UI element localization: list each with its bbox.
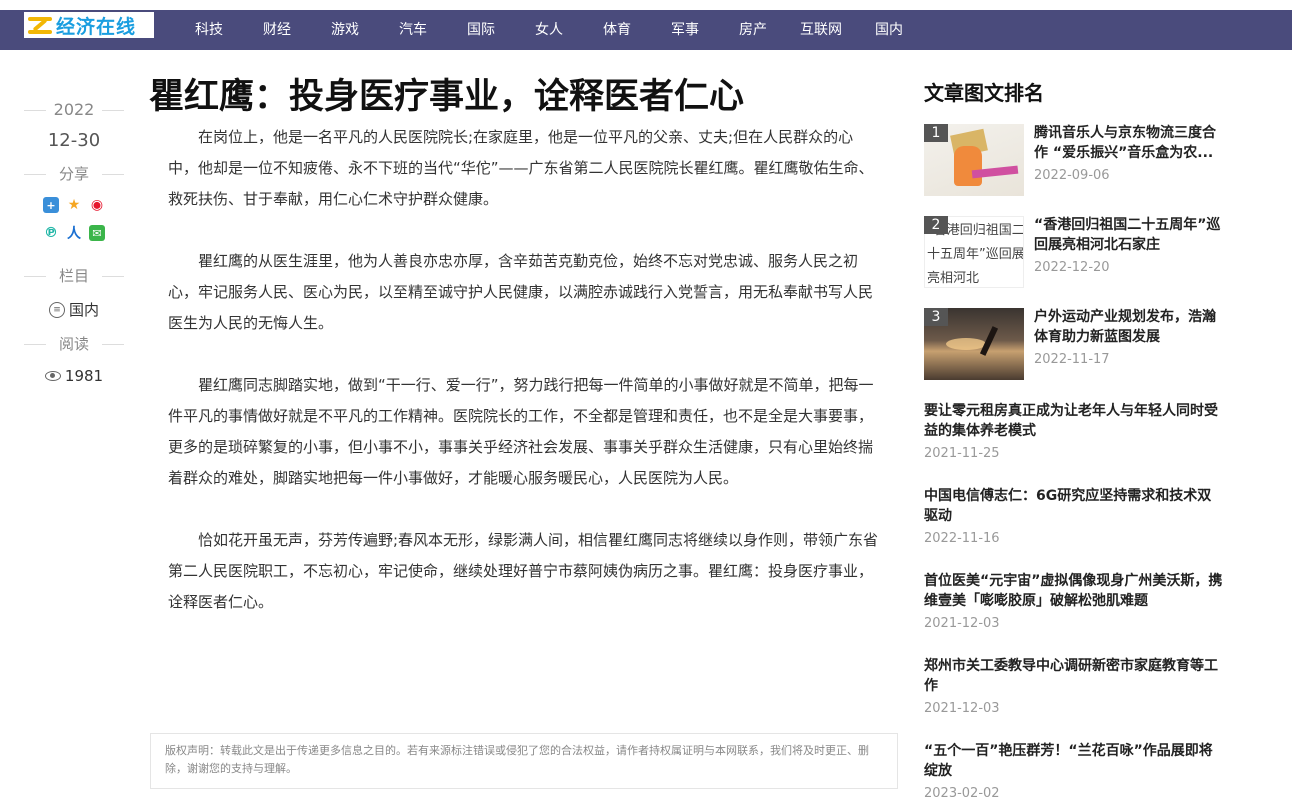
news-title[interactable]: 中国电信傅志仁：6G研究应坚持需求和技术双驱动 — [924, 486, 1224, 526]
publish-date: 12-30 — [47, 130, 101, 151]
news-title[interactable]: 要让零元租房真正成为让老年人与年轻人同时受益的集体养老模式 — [924, 401, 1224, 441]
article-body: 在岗位上，他是一名平凡的人民医院院长;在家庭里，他是一位平凡的父亲、丈夫;但在人… — [168, 122, 880, 649]
ranked-item[interactable]: 3 户外运动产业规划发布，浩瀚体育助力新蓝图发展 2022-11-17 — [924, 308, 1224, 382]
read-label: 阅读 — [24, 332, 124, 356]
news-date: 2023-02-02 — [924, 786, 1000, 801]
nav-item-keji[interactable]: 科技 — [175, 10, 243, 50]
article-meta: 2022 12-30 分享 + ★ ◉ ℗ 人 ✉ 栏目 ≡ 国内 阅读 198… — [24, 98, 124, 388]
news-date: 2022-11-16 — [924, 531, 1000, 546]
read-count-line: 1981 — [24, 364, 124, 388]
news-date: 2021-12-03 — [924, 616, 1000, 631]
article-paragraph: 瞿红鹰同志脚踏实地，做到“干一行、爱一行”，努力践行把每一件简单的小事做好就是不… — [168, 376, 874, 487]
top-strip — [0, 0, 1292, 10]
ranked-date: 2022-12-20 — [1034, 260, 1110, 275]
nav-item-guoji[interactable]: 国际 — [447, 10, 515, 50]
news-item[interactable]: 郑州市关工委教导中心调研新密市家庭教育等工作 2021-12-03 — [924, 656, 1224, 716]
nav-item-youxi[interactable]: 游戏 — [311, 10, 379, 50]
rank-number: 2 — [924, 216, 948, 234]
news-item[interactable]: “五个一百”艳压群芳！“兰花百咏”作品展即将绽放 2023-02-02 — [924, 741, 1224, 801]
share-row-1: + ★ ◉ — [24, 194, 124, 216]
share-label: 分享 — [24, 162, 124, 186]
ranked-item[interactable]: “香港回归祖国二十五周年”巡回展亮相河北 2 “香港回归祖国二十五周年”巡回展亮… — [924, 216, 1224, 290]
news-item[interactable]: 中国电信傅志仁：6G研究应坚持需求和技术双驱动 2022-11-16 — [924, 486, 1224, 546]
ranked-title[interactable]: 腾讯音乐人与京东物流三度合作 “爱乐振兴”音乐盒为农... — [1034, 123, 1224, 163]
news-date: 2021-12-03 — [924, 701, 1000, 716]
article-paragraph: 瞿红鹰的从医生涯里，他为人善良亦忠亦厚，含辛茹苦克勤克俭，始终不忘对党忠诚、服务… — [168, 252, 874, 332]
read-count: 1981 — [64, 367, 104, 385]
category-link[interactable]: ≡ 国内 — [24, 298, 124, 322]
news-title[interactable]: 郑州市关工委教导中心调研新密市家庭教育等工作 — [924, 656, 1224, 696]
nav-item-fangchan[interactable]: 房产 — [719, 10, 787, 50]
news-title[interactable]: “五个一百”艳压群芳！“兰花百咏”作品展即将绽放 — [924, 741, 1224, 781]
nav-item-caijing[interactable]: 财经 — [243, 10, 311, 50]
ranked-date: 2022-11-17 — [1034, 352, 1110, 367]
article-paragraph: 恰如花开虽无声，芬芳传遍野;春风本无形，绿影满人间，相信瞿红鹰同志将继续以身作则… — [168, 531, 879, 611]
publish-year: 2022 — [24, 98, 124, 122]
sidebar-title: 文章图文排名 — [924, 81, 1044, 105]
news-date: 2021-11-25 — [924, 446, 1000, 461]
rank-number: 3 — [924, 308, 948, 326]
weibo-icon[interactable]: ◉ — [89, 197, 105, 213]
nav-item-tiyu[interactable]: 体育 — [583, 10, 651, 50]
plus-icon[interactable]: + — [43, 197, 59, 213]
news-title[interactable]: 首位医美“元宇宙”虚拟偶像现身广州美沃斯，携维壹美「嘭嘭胶原」破解松弛肌难题 — [924, 571, 1224, 611]
nav-item-qiche[interactable]: 汽车 — [379, 10, 447, 50]
nav-item-junshi[interactable]: 军事 — [651, 10, 719, 50]
nav-item-hulianwang[interactable]: 互联网 — [787, 10, 855, 50]
site-logo[interactable]: 经济在线 — [24, 12, 154, 38]
list-icon: ≡ — [48, 302, 65, 318]
nav-bar: 经济在线 科技 财经 游戏 汽车 国际 女人 体育 军事 房产 互联网 国内 — [0, 10, 1292, 50]
qzone-icon[interactable]: ★ — [66, 197, 82, 213]
news-item[interactable]: 首位医美“元宇宙”虚拟偶像现身广州美沃斯，携维壹美「嘭嘭胶原」破解松弛肌难题 2… — [924, 571, 1224, 631]
nav-item-nvren[interactable]: 女人 — [515, 10, 583, 50]
renren-icon[interactable]: 人 — [66, 225, 82, 242]
nav-menu: 科技 财经 游戏 汽车 国际 女人 体育 军事 房产 互联网 国内 — [175, 10, 923, 50]
sidebar: 文章图文排名 — [924, 78, 1224, 108]
ranked-date: 2022-09-06 — [1034, 168, 1110, 183]
ranked-title[interactable]: “香港回归祖国二十五周年”巡回展亮相河北石家庄 — [1034, 215, 1224, 255]
eye-icon — [44, 371, 61, 381]
article-title: 瞿红鹰：投身医疗事业，诠释医者仁心 — [149, 77, 745, 117]
share-row-2: ℗ 人 ✉ — [24, 222, 124, 244]
news-item[interactable]: 要让零元租房真正成为让老年人与年轻人同时受益的集体养老模式 2021-11-25 — [924, 401, 1224, 461]
category-label: 栏目 — [24, 264, 124, 288]
ranked-title[interactable]: 户外运动产业规划发布，浩瀚体育助力新蓝图发展 — [1034, 307, 1224, 347]
pinterest-icon[interactable]: ℗ — [43, 225, 59, 241]
category-name: 国内 — [68, 301, 99, 319]
article-paragraph: 在岗位上，他是一名平凡的人民医院院长;在家庭里，他是一位平凡的父亲、丈夫;但在人… — [168, 128, 874, 208]
logo-mark-icon — [26, 13, 56, 37]
copyright-notice: 版权声明：转载此文是出于传递更多信息之目的。若有来源标注错误或侵犯了您的合法权益… — [150, 733, 898, 789]
rank-number: 1 — [924, 124, 948, 142]
ranked-item[interactable]: 1 腾讯音乐人与京东物流三度合作 “爱乐振兴”音乐盒为农... 2022-09-… — [924, 124, 1224, 198]
wechat-icon[interactable]: ✉ — [89, 225, 105, 241]
nav-item-guonei[interactable]: 国内 — [855, 10, 923, 50]
logo-text: 经济在线 — [56, 15, 137, 38]
